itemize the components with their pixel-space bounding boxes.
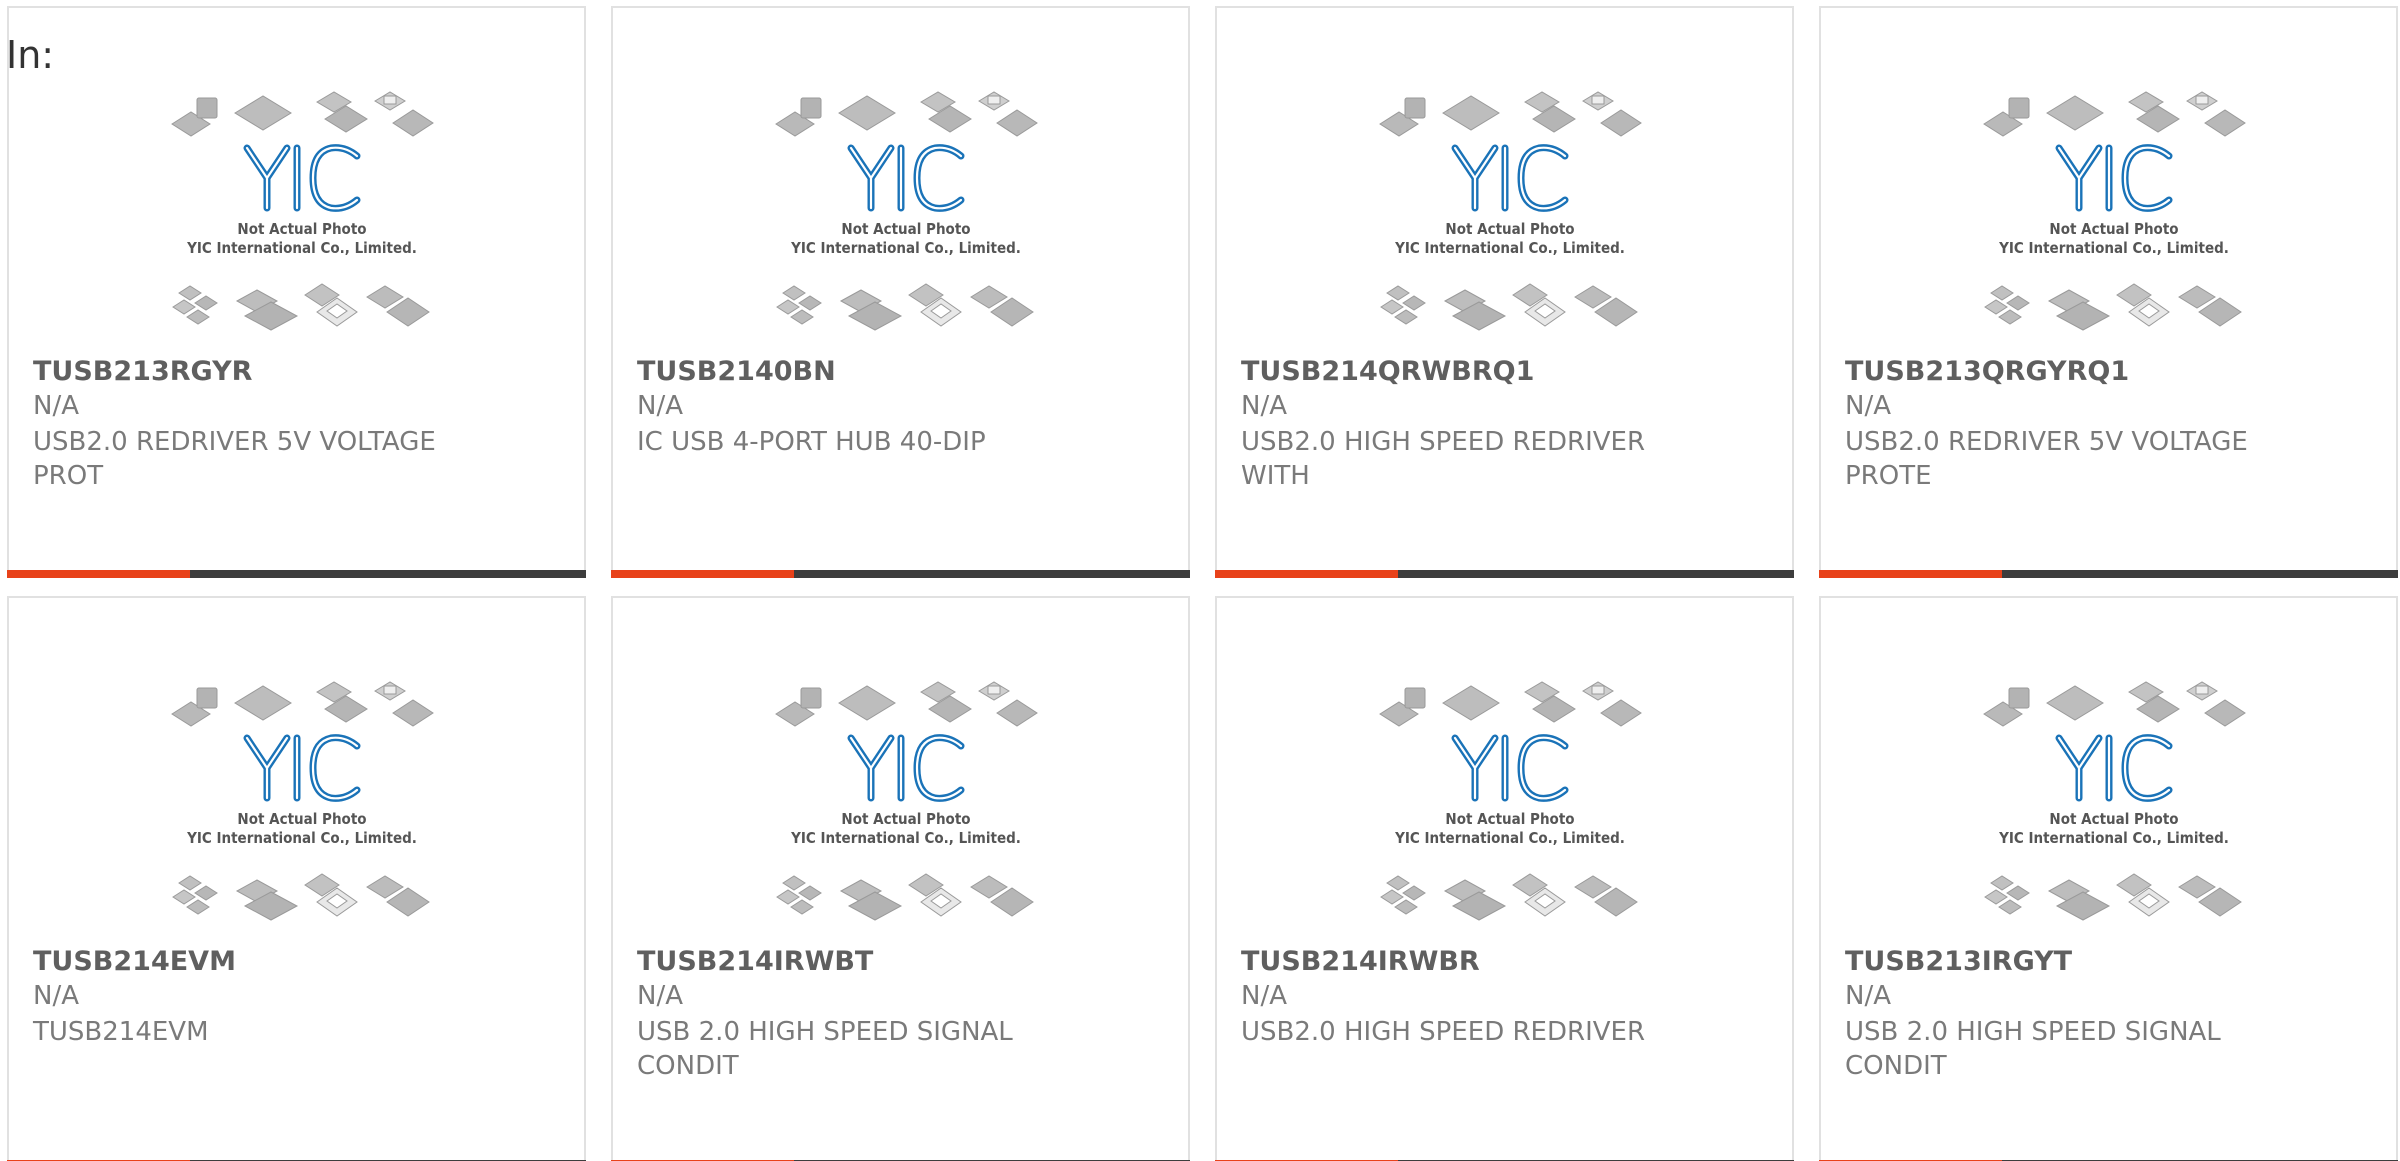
manufacturer: N/A [1845, 391, 1891, 421]
manufacturer: N/A [1241, 981, 1287, 1011]
part-number-link[interactable]: TUSB214EVM [33, 946, 236, 977]
product-card[interactable]: Not Actual Photo YIC International Co., L… [1215, 6, 1794, 578]
product-card[interactable]: Not Actual Photo YIC International Co., L… [611, 6, 1190, 578]
svg-text:YIC International Co., Limited: YIC International Co., Limited. [1394, 829, 1625, 847]
svg-text:YIC International Co., Limited: YIC International Co., Limited. [186, 829, 417, 847]
product-card[interactable]: Not Actual Photo YIC International Co., L… [1819, 596, 2398, 1161]
card-accent-bar [1215, 570, 1398, 578]
svg-text:Not Actual Photo: Not Actual Photo [1445, 220, 1574, 238]
product-description: USB 2.0 HIGH SPEED SIGNAL CONDIT [1845, 1017, 2221, 1081]
card-accent-bar [7, 570, 190, 578]
svg-text:Not Actual Photo: Not Actual Photo [237, 810, 366, 828]
product-card[interactable]: Not Actual Photo YIC International Co., L… [1819, 6, 2398, 578]
part-number-link[interactable]: TUSB213RGYR [33, 356, 252, 387]
part-number-link[interactable]: TUSB214IRWBR [1241, 946, 1480, 977]
product-card[interactable]: Not Actual Photo YIC International Co., L… [7, 596, 586, 1161]
manufacturer: N/A [637, 391, 683, 421]
product-photo[interactable]: Not Actual Photo YIC International Co., L… [1375, 90, 1645, 340]
product-card[interactable]: Not Actual Photo YIC International Co., L… [7, 6, 586, 578]
card-accent-bar [1819, 570, 2002, 578]
product-photo[interactable]: Not Actual Photo YIC International Co., L… [167, 680, 437, 930]
svg-text:YIC International Co., Limited: YIC International Co., Limited. [790, 239, 1021, 257]
svg-text:YIC International Co., Limited: YIC International Co., Limited. [186, 239, 417, 257]
product-description: USB2.0 REDRIVER 5V VOLTAGE PROTE [1845, 427, 2248, 491]
product-card[interactable]: Not Actual Photo YIC International Co., L… [611, 596, 1190, 1161]
svg-text:Not Actual Photo: Not Actual Photo [841, 810, 970, 828]
product-photo[interactable]: Not Actual Photo YIC International Co., L… [1979, 680, 2249, 930]
card-bottom-bar [7, 570, 586, 578]
product-photo[interactable]: Not Actual Photo YIC International Co., L… [1375, 680, 1645, 930]
part-number-link[interactable]: TUSB214IRWBT [637, 946, 873, 977]
product-description: IC USB 4-PORT HUB 40-DIP [637, 427, 986, 457]
manufacturer: N/A [33, 391, 79, 421]
svg-text:YIC International Co., Limited: YIC International Co., Limited. [1998, 829, 2229, 847]
card-bottom-bar [611, 570, 1190, 578]
svg-text:Not Actual Photo: Not Actual Photo [1445, 810, 1574, 828]
product-photo[interactable]: Not Actual Photo YIC International Co., L… [167, 90, 437, 340]
part-number-link[interactable]: TUSB213QRGYRQ1 [1845, 356, 2129, 387]
manufacturer: N/A [1845, 981, 1891, 1011]
product-description: USB2.0 HIGH SPEED REDRIVER [1241, 1017, 1646, 1047]
svg-text:YIC International Co., Limited: YIC International Co., Limited. [790, 829, 1021, 847]
product-photo[interactable]: Not Actual Photo YIC International Co., L… [1979, 90, 2249, 340]
product-description: USB2.0 REDRIVER 5V VOLTAGE PROT [33, 427, 436, 491]
svg-text:YIC International Co., Limited: YIC International Co., Limited. [1394, 239, 1625, 257]
card-bottom-bar [1215, 570, 1794, 578]
svg-text:Not Actual Photo: Not Actual Photo [237, 220, 366, 238]
svg-text:Not Actual Photo: Not Actual Photo [2049, 810, 2178, 828]
svg-text:Not Actual Photo: Not Actual Photo [2049, 220, 2178, 238]
part-number-link[interactable]: TUSB2140BN [637, 356, 836, 387]
part-number-link[interactable]: TUSB213IRGYT [1845, 946, 2072, 977]
product-photo[interactable]: Not Actual Photo YIC International Co., L… [771, 680, 1041, 930]
manufacturer: N/A [1241, 391, 1287, 421]
card-bottom-bar [1819, 570, 2398, 578]
manufacturer: N/A [33, 981, 79, 1011]
product-photo[interactable]: Not Actual Photo YIC International Co., L… [771, 90, 1041, 340]
svg-text:Not Actual Photo: Not Actual Photo [841, 220, 970, 238]
product-description: USB2.0 HIGH SPEED REDRIVER WITH [1241, 427, 1646, 491]
card-accent-bar [611, 570, 794, 578]
manufacturer: N/A [637, 981, 683, 1011]
part-number-link[interactable]: TUSB214QRWBRQ1 [1241, 356, 1534, 387]
product-description: USB 2.0 HIGH SPEED SIGNAL CONDIT [637, 1017, 1013, 1081]
product-description: TUSB214EVM [33, 1017, 209, 1047]
svg-text:YIC International Co., Limited: YIC International Co., Limited. [1998, 239, 2229, 257]
filter-label: In: [6, 33, 55, 77]
product-card[interactable]: Not Actual Photo YIC International Co., L… [1215, 596, 1794, 1161]
